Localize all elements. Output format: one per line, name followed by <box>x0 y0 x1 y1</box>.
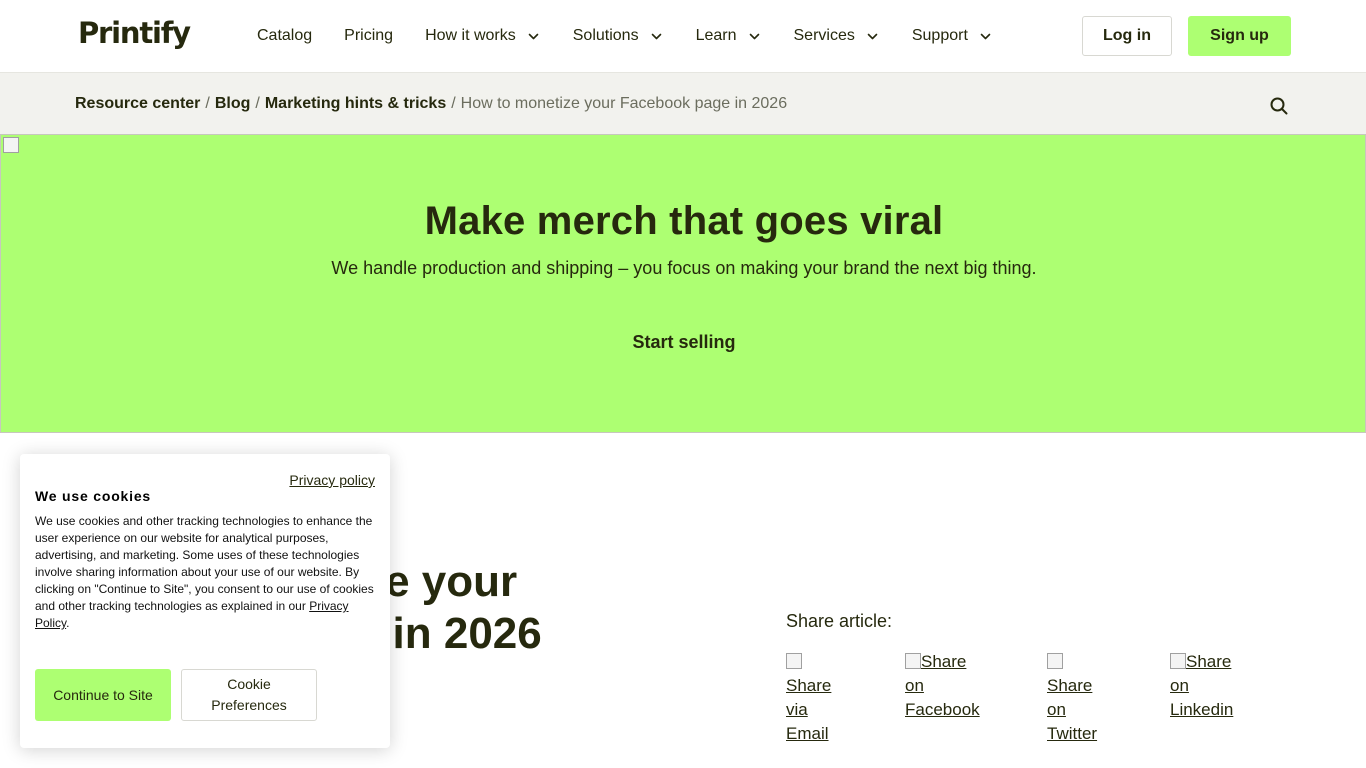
facebook-icon <box>905 653 921 669</box>
nav-item-how-it-works[interactable]: How it works <box>425 27 541 45</box>
nav-item-label: How it works <box>425 27 516 44</box>
share-linkedin-link[interactable]: Share on Linkedin <box>1170 650 1233 722</box>
printify-logo[interactable]: Printify <box>78 16 191 50</box>
share-email-line2: Email <box>786 724 829 743</box>
nav-item-services[interactable]: Services <box>794 27 880 45</box>
share-linkedin-line2: Linkedin <box>1170 700 1234 719</box>
continue-to-site-button[interactable]: Continue to Site <box>35 669 171 721</box>
share-label: Share article: <box>786 611 893 631</box>
breadcrumb-current: How to monetize your Facebook page in 20… <box>460 95 788 112</box>
breadcrumb-separator: / <box>205 95 210 112</box>
chevron-down-icon <box>528 33 539 39</box>
nav-item-label: Solutions <box>572 27 639 44</box>
chevron-down-icon <box>749 33 759 39</box>
nav-item-support[interactable]: Support <box>912 27 993 45</box>
cookie-consent-dialog: Privacy policy We use cookies We use coo… <box>20 454 390 748</box>
nav-item-label: Support <box>911 27 968 44</box>
share-facebook-line2: Facebook <box>905 700 980 719</box>
nav-item-label: Learn <box>695 27 737 44</box>
hero-title: Make merch that goes viral <box>424 199 944 243</box>
chevron-down-icon <box>651 33 661 39</box>
breadcrumb-separator: / <box>255 95 260 112</box>
share-facebook-link[interactable]: Share on Facebook <box>905 650 980 722</box>
main-nav: Catalog Pricing How it works Solutions Learn… <box>257 0 1025 72</box>
privacy-policy-link[interactable]: Privacy policy <box>289 472 375 488</box>
breadcrumb-bar: Resource center / Blog / Marketing hints… <box>0 73 1366 134</box>
email-icon <box>786 653 802 669</box>
cookie-body: We use cookies and other tracking techno… <box>35 513 380 632</box>
search-icon[interactable] <box>1268 95 1290 117</box>
breadcrumb-separator: / <box>451 95 456 112</box>
login-button[interactable]: Log in <box>1082 16 1172 56</box>
linkedin-icon <box>1170 653 1186 669</box>
site-header: Printify Catalog Pricing How it works Solut… <box>0 0 1366 73</box>
breadcrumb: Resource center / Blog / Marketing hints… <box>75 95 787 113</box>
breadcrumb-marketing[interactable]: Marketing hints & tricks <box>265 95 446 113</box>
breadcrumb-blog[interactable]: Blog <box>215 95 251 113</box>
breadcrumb-resource-center[interactable]: Resource center <box>75 95 200 113</box>
nav-item-label: Services <box>793 27 855 44</box>
start-selling-button[interactable]: Start selling <box>584 327 784 357</box>
broken-image-icon <box>3 137 19 153</box>
share-twitter-line1: Share on <box>1047 676 1093 719</box>
hero-banner: Make merch that goes viral We handle pro… <box>0 134 1366 433</box>
chevron-down-icon <box>867 33 878 39</box>
chevron-down-icon <box>980 33 991 39</box>
nav-item-pricing[interactable]: Pricing <box>344 27 393 45</box>
share-email-line1: Share via <box>786 676 832 719</box>
nav-item-learn[interactable]: Learn <box>696 27 762 45</box>
cookie-title: We use cookies <box>35 488 151 504</box>
nav-item-label: Pricing <box>344 27 394 44</box>
twitter-icon <box>1047 653 1063 669</box>
cookie-body-end: . <box>66 616 70 630</box>
nav-item-catalog[interactable]: Catalog <box>257 27 312 45</box>
nav-item-label: Catalog <box>257 27 313 44</box>
hero-subtitle: We handle production and shipping – you … <box>331 258 1037 278</box>
share-twitter-link[interactable]: Share on Twitter <box>1047 650 1097 746</box>
cookie-preferences-button[interactable]: Cookie Preferences <box>181 669 317 721</box>
signup-button[interactable]: Sign up <box>1188 16 1291 56</box>
nav-item-solutions[interactable]: Solutions <box>573 27 664 45</box>
share-email-link[interactable]: Share via Email <box>786 650 831 746</box>
share-twitter-line2: Twitter <box>1047 724 1098 743</box>
